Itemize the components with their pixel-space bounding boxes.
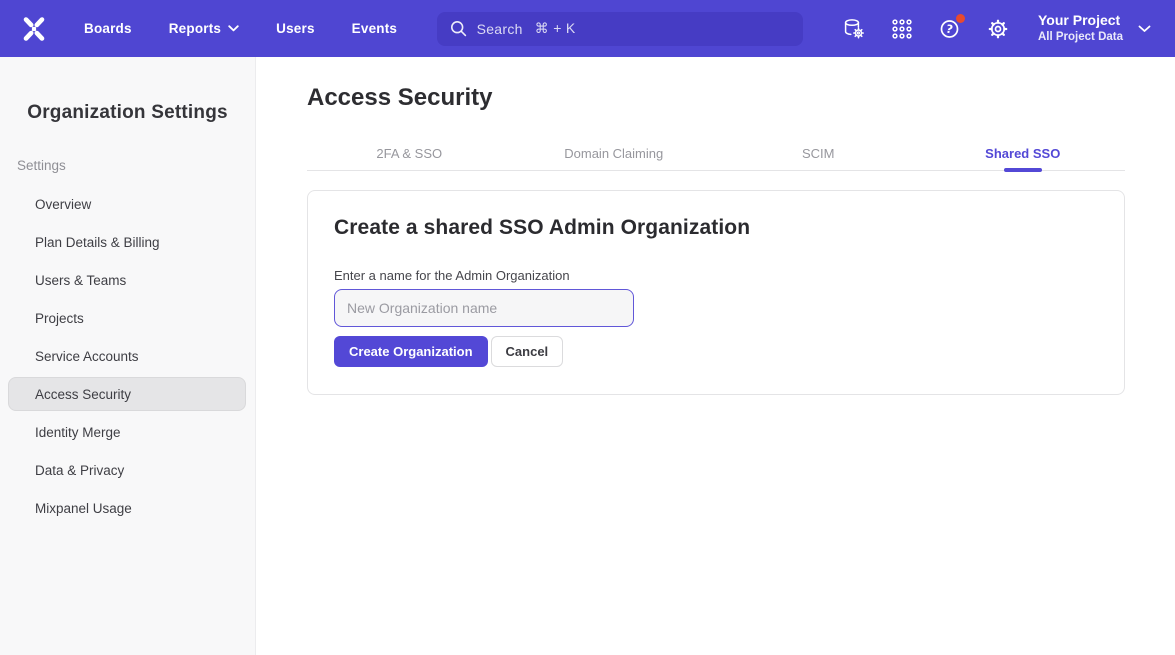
data-management-icon[interactable] bbox=[842, 17, 866, 41]
sidebar-item-overview[interactable]: Overview bbox=[8, 187, 246, 221]
svg-text:?: ? bbox=[945, 21, 954, 36]
nav-right-controls: ? Your Project All Project Data bbox=[842, 13, 1151, 43]
active-tab-indicator bbox=[1004, 168, 1042, 172]
settings-gear-icon[interactable] bbox=[986, 17, 1010, 41]
sidebar-list: Overview Plan Details & Billing Users & … bbox=[0, 187, 255, 525]
sidebar-section-label: Settings bbox=[17, 158, 255, 173]
project-name: Your Project bbox=[1038, 13, 1123, 28]
create-shared-sso-card: Create a shared SSO Admin Organization E… bbox=[307, 190, 1125, 395]
org-settings-sidebar: Organization Settings Settings Overview … bbox=[0, 57, 256, 655]
search-input[interactable]: Search ⌘ + K bbox=[437, 12, 803, 46]
apps-grid-icon[interactable] bbox=[890, 17, 914, 41]
sidebar-item-data-privacy[interactable]: Data & Privacy bbox=[8, 453, 246, 487]
sidebar-item-access-security[interactable]: Access Security bbox=[8, 377, 246, 411]
sidebar-item-users-teams[interactable]: Users & Teams bbox=[8, 263, 246, 297]
card-heading: Create a shared SSO Admin Organization bbox=[334, 216, 1098, 240]
notification-badge bbox=[956, 14, 965, 23]
sidebar-item-service-accounts[interactable]: Service Accounts bbox=[8, 339, 246, 373]
tab-scim[interactable]: SCIM bbox=[716, 137, 921, 170]
sidebar-item-identity-merge[interactable]: Identity Merge bbox=[8, 415, 246, 449]
access-security-tabs: 2FA & SSO Domain Claiming SCIM Shared SS… bbox=[307, 137, 1125, 171]
main-content: Access Security 2FA & SSO Domain Claimin… bbox=[256, 57, 1175, 655]
page-title: Access Security bbox=[307, 84, 1125, 112]
mixpanel-logo[interactable] bbox=[20, 15, 48, 43]
organization-name-label: Enter a name for the Admin Organization bbox=[334, 268, 1098, 283]
cancel-button[interactable]: Cancel bbox=[491, 336, 564, 367]
mixpanel-logo-icon bbox=[20, 15, 48, 43]
nav-item-reports[interactable]: Reports bbox=[169, 21, 239, 36]
project-selector[interactable]: Your Project All Project Data bbox=[1038, 13, 1123, 43]
tab-2fa-sso[interactable]: 2FA & SSO bbox=[307, 137, 512, 170]
sidebar-item-projects[interactable]: Projects bbox=[8, 301, 246, 335]
project-data-scope: All Project Data bbox=[1038, 31, 1123, 44]
tab-domain-claiming[interactable]: Domain Claiming bbox=[512, 137, 717, 170]
search-placeholder: Search bbox=[477, 21, 523, 37]
sidebar-item-mixpanel-usage[interactable]: Mixpanel Usage bbox=[8, 491, 246, 525]
nav-item-reports-label: Reports bbox=[169, 21, 221, 36]
nav-item-users[interactable]: Users bbox=[276, 21, 315, 36]
top-navigation: Boards Reports Users Events Search ⌘ + K bbox=[0, 0, 1175, 57]
tab-shared-sso-label: Shared SSO bbox=[985, 146, 1060, 161]
tab-shared-sso[interactable]: Shared SSO bbox=[921, 137, 1126, 170]
search-shortcut: ⌘ + K bbox=[535, 20, 576, 37]
help-icon[interactable]: ? bbox=[938, 17, 962, 41]
organization-name-input[interactable] bbox=[334, 289, 634, 327]
chevron-down-icon bbox=[228, 25, 239, 32]
nav-item-boards[interactable]: Boards bbox=[84, 21, 132, 36]
project-chevron-down-icon[interactable] bbox=[1138, 25, 1151, 33]
primary-nav: Boards Reports Users Events bbox=[84, 21, 397, 36]
sidebar-title: Organization Settings bbox=[0, 102, 255, 124]
card-actions: Create Organization Cancel bbox=[334, 336, 1098, 367]
sidebar-item-plan-details-billing[interactable]: Plan Details & Billing bbox=[8, 225, 246, 259]
create-organization-button[interactable]: Create Organization bbox=[334, 336, 488, 367]
search-icon bbox=[450, 20, 467, 37]
nav-item-events[interactable]: Events bbox=[352, 21, 397, 36]
